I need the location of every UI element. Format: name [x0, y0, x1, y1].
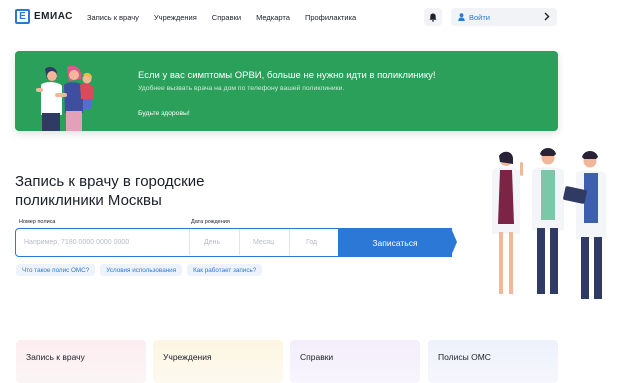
card-label: Запись к врачу — [26, 352, 85, 362]
link-what-is-oms[interactable]: Что такое полис ОМС? — [16, 264, 96, 276]
doctors-illustration — [492, 148, 606, 299]
covid-banner[interactable]: Если у вас симптомы ОРВИ, больше не нужн… — [15, 51, 558, 131]
logo-mark: Е — [15, 9, 30, 24]
appointment-form: Записаться — [15, 228, 457, 257]
policy-label: Номер полиса — [19, 219, 56, 225]
banner-subtitle: Удобнее вызвать врача на дом по телефону… — [138, 85, 345, 92]
card-institutions[interactable]: Учреждения — [153, 340, 283, 383]
submit-label: Записаться — [372, 237, 418, 248]
login-label: Войти — [469, 12, 490, 22]
family-illustration — [36, 65, 93, 131]
link-terms-of-use[interactable]: Условия использования — [100, 264, 183, 276]
banner-title: Если у вас симптомы ОРВИ, больше не нужн… — [138, 70, 436, 81]
form-fields — [15, 228, 339, 257]
nav-item-medcard[interactable]: Медкарта — [256, 13, 290, 22]
submit-button-arrow[interactable] — [451, 228, 457, 256]
main-nav: Запись к врачу Учреждения Справки Медкар… — [87, 13, 371, 22]
day-input[interactable] — [190, 229, 239, 255]
logo-text: ЕМИАС — [34, 11, 73, 22]
chevron-right-icon — [544, 12, 550, 21]
logo[interactable]: Е ЕМИАС — [15, 9, 73, 24]
login-button[interactable]: Войти — [451, 8, 557, 26]
year-input[interactable] — [289, 229, 338, 255]
notifications-button[interactable] — [424, 8, 442, 26]
nav-item-prevention[interactable]: Профилактика — [305, 13, 356, 22]
bell-icon — [429, 13, 437, 22]
nav-item-institutions[interactable]: Учреждения — [154, 13, 197, 22]
card-label: Полисы ОМС — [438, 352, 491, 362]
card-oms-policies[interactable]: Полисы ОМС — [428, 340, 558, 383]
user-icon — [458, 13, 465, 21]
nav-item-certificates[interactable]: Справки — [212, 13, 241, 22]
link-how-it-works[interactable]: Как работает запись? — [187, 264, 263, 276]
card-label: Учреждения — [163, 352, 212, 362]
card-label: Справки — [300, 352, 334, 362]
banner-cta: Будьте здоровы! — [138, 110, 190, 117]
policy-input[interactable] — [16, 229, 188, 255]
card-appointment[interactable]: Запись к врачу — [16, 340, 146, 383]
site-header: Е ЕМИАС Запись к врачу Учреждения Справк… — [0, 0, 620, 35]
submit-button[interactable]: Записаться — [338, 228, 452, 257]
page-title: Запись к врачу в городские поликлиники М… — [15, 173, 205, 209]
month-input[interactable] — [239, 229, 289, 255]
dob-label: Дата рождения — [191, 219, 230, 225]
card-certificates[interactable]: Справки — [290, 340, 420, 383]
nav-item-appointment[interactable]: Запись к врачу — [87, 13, 139, 22]
help-links: Что такое полис ОМС? Условия использован… — [16, 264, 267, 276]
